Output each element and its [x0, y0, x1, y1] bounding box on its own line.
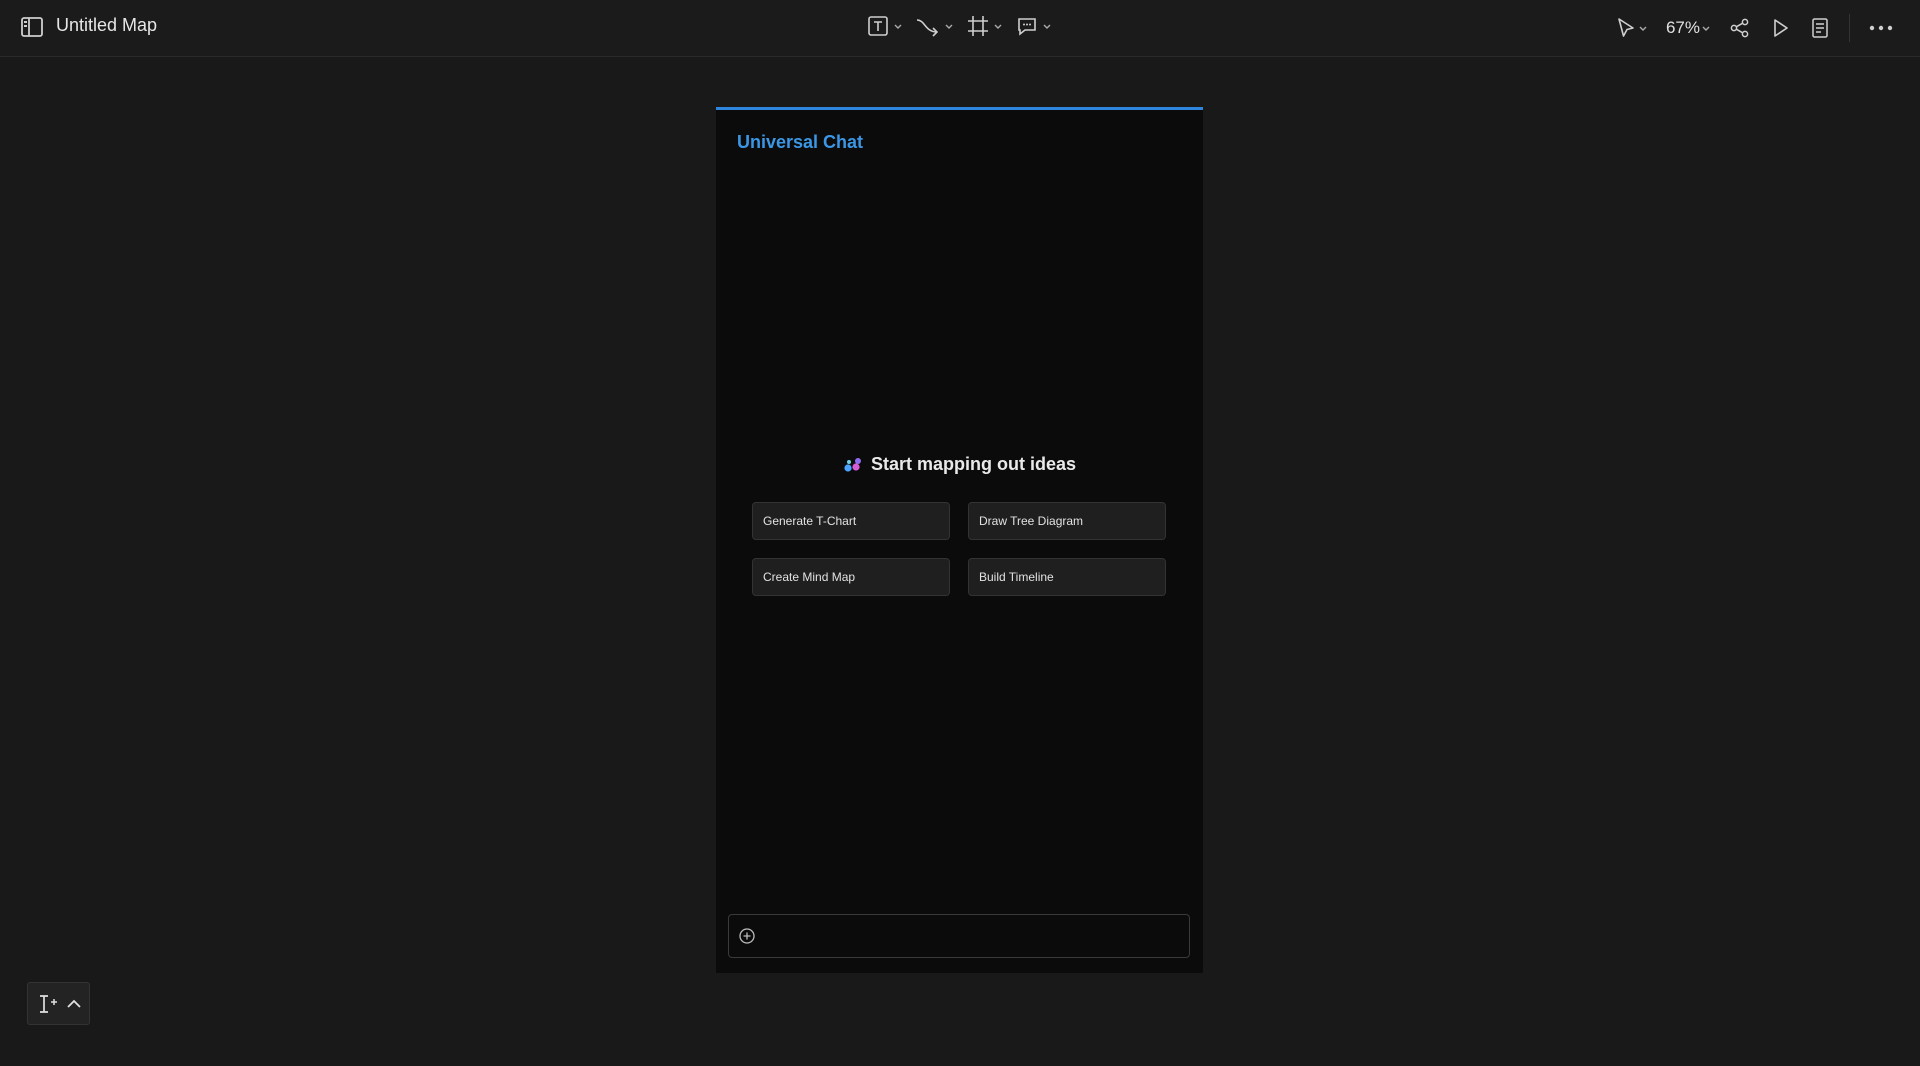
notes-icon — [1812, 18, 1828, 38]
draw-tree-diagram-button[interactable]: Draw Tree Diagram — [968, 502, 1166, 540]
empty-state: Start mapping out ideas — [716, 454, 1203, 478]
pointer-mode-button[interactable] — [1614, 16, 1648, 40]
universal-chat-panel: Universal Chat Start mapping out ideas G… — [716, 107, 1203, 973]
text-insert-tool[interactable] — [27, 982, 90, 1025]
top-toolbar: Untitled Map 67% — [0, 0, 1920, 57]
text-tool-button[interactable] — [866, 14, 903, 38]
comment-icon — [1018, 18, 1036, 36]
chevron-up-icon — [66, 999, 81, 1008]
text-cursor-add-icon — [39, 994, 57, 1013]
panel-title: Universal Chat — [737, 132, 864, 152]
sparkle-icon — [844, 457, 861, 472]
sidebar-toggle-icon[interactable] — [20, 16, 46, 40]
suggestion-grid: Generate T-Chart Draw Tree Diagram Creat… — [752, 502, 1166, 596]
empty-state-heading: Start mapping out ideas — [843, 454, 1076, 475]
chat-input-container — [728, 914, 1190, 958]
share-button[interactable] — [1729, 17, 1751, 39]
document-title[interactable]: Untitled Map — [56, 15, 157, 36]
share-icon — [1730, 18, 1749, 38]
pointer-icon — [1618, 18, 1634, 37]
chevron-down-icon — [1702, 26, 1710, 31]
frame-tool-button[interactable] — [966, 14, 1003, 38]
connector-icon — [916, 19, 939, 37]
text-icon — [868, 16, 888, 36]
more-icon — [1869, 25, 1893, 31]
chevron-down-icon — [1639, 26, 1647, 31]
plus-circle-icon — [739, 928, 755, 944]
create-mind-map-button[interactable]: Create Mind Map — [752, 558, 950, 596]
chevron-down-icon — [894, 24, 902, 29]
zoom-level[interactable]: 67% — [1666, 18, 1711, 38]
chevron-down-icon — [945, 24, 953, 29]
chevron-down-icon — [1043, 24, 1051, 29]
heading-text: Start mapping out ideas — [870, 454, 1077, 474]
outline-button[interactable] — [1809, 17, 1831, 39]
generate-t-chart-button[interactable]: Generate T-Chart — [752, 502, 950, 540]
right-tools: 67% — [1614, 14, 1894, 42]
chat-input[interactable] — [765, 923, 1179, 951]
toolbar-divider — [1849, 14, 1850, 42]
insert-tools — [866, 14, 1052, 38]
more-options-button[interactable] — [1868, 24, 1894, 32]
present-button[interactable] — [1769, 17, 1791, 39]
chevron-down-icon — [994, 24, 1002, 29]
add-attachment-button[interactable] — [738, 927, 756, 950]
comment-tool-button[interactable] — [1015, 14, 1052, 38]
zoom-value: 67% — [1665, 18, 1700, 37]
play-icon — [1774, 19, 1788, 37]
connector-tool-button[interactable] — [915, 14, 954, 38]
frame-icon — [968, 16, 988, 36]
build-timeline-button[interactable]: Build Timeline — [968, 558, 1166, 596]
